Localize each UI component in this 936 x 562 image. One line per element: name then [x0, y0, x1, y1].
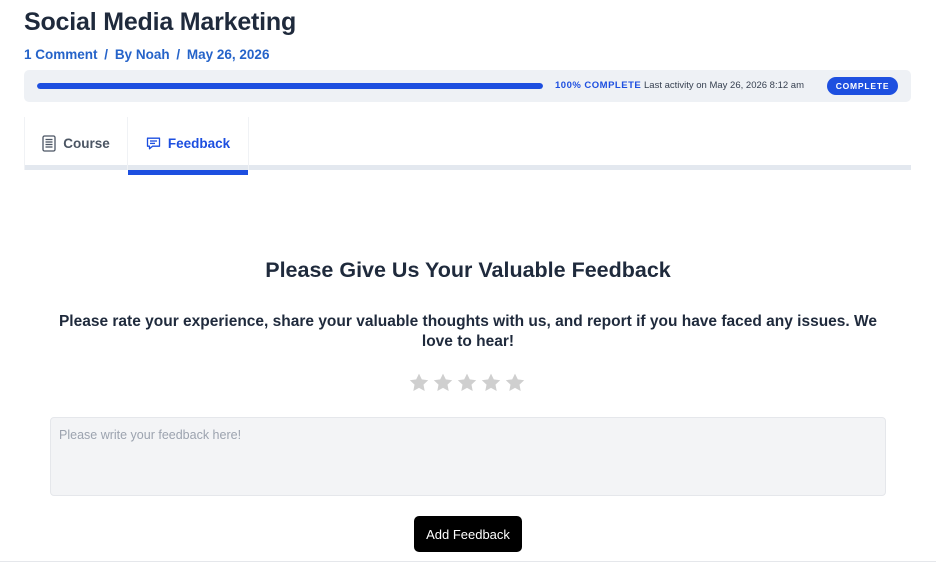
star-icon[interactable] — [504, 372, 526, 394]
last-activity-text: Last activity on May 26, 2026 8:12 am — [644, 80, 805, 91]
meta-separator: / — [176, 47, 181, 62]
chat-bubble-icon — [146, 136, 161, 151]
status-badge: COMPLETE — [827, 77, 898, 95]
progress-percent-label: 100% COMPLETE — [555, 80, 642, 91]
course-progress-panel: 100% COMPLETE Last activity on May 26, 2… — [24, 70, 911, 102]
star-rating — [408, 372, 526, 394]
feedback-heading: Please Give Us Your Valuable Feedback — [265, 258, 671, 282]
star-icon[interactable] — [432, 372, 454, 394]
tab-course-label: Course — [63, 136, 110, 151]
post-meta: 1 Comment / By Noah / May 26, 2026 — [24, 47, 269, 62]
progress-bar-fill — [37, 83, 543, 89]
page-title: Social Media Marketing — [24, 8, 297, 36]
feedback-textarea[interactable] — [50, 417, 886, 496]
add-feedback-button[interactable]: Add Feedback — [414, 516, 522, 552]
by-label: By — [114, 47, 133, 62]
star-icon[interactable] — [456, 372, 478, 394]
comments-link[interactable]: 1 Comment — [24, 47, 98, 62]
date-link[interactable]: May 26, 2026 — [187, 47, 270, 62]
document-icon — [42, 135, 56, 152]
tab-feedback-label: Feedback — [167, 136, 231, 151]
progress-bar — [37, 83, 543, 89]
tab-course[interactable]: Course — [24, 117, 128, 170]
meta-separator: / — [104, 47, 109, 62]
feedback-description: Please rate your experience, share your … — [58, 313, 878, 350]
star-icon[interactable] — [480, 372, 502, 394]
tab-feedback[interactable]: Feedback — [128, 117, 249, 175]
star-icon[interactable] — [408, 372, 430, 394]
author-link[interactable]: Noah — [136, 47, 170, 62]
content-tabs: Course Feedback — [24, 117, 911, 175]
